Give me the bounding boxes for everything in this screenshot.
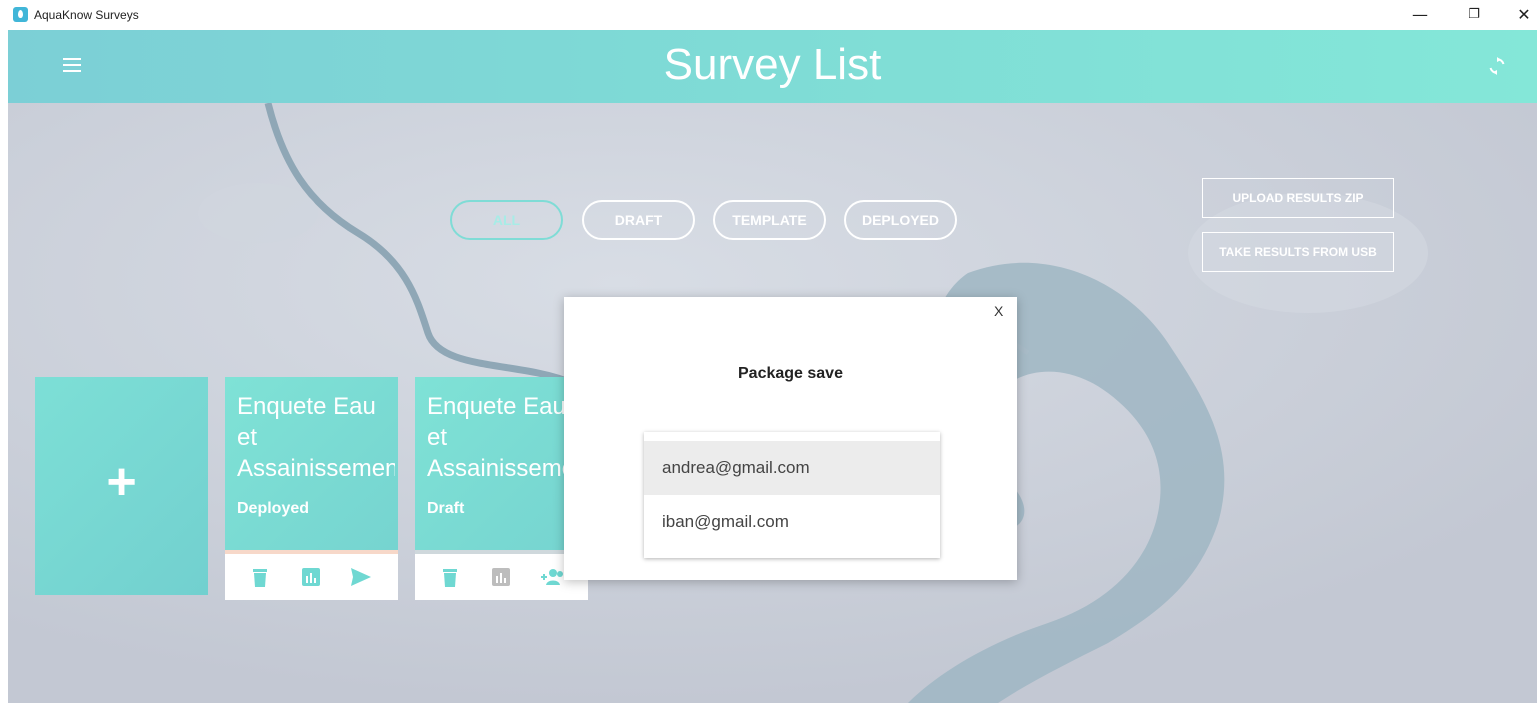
card-actions — [415, 554, 588, 600]
survey-status: Deployed — [237, 500, 310, 517]
survey-card-header[interactable]: Enquete Eau et Assainissement Draft — [415, 377, 588, 550]
add-survey-card[interactable]: + — [35, 377, 208, 595]
chart-icon[interactable] — [300, 566, 322, 588]
app-header: Survey List — [8, 30, 1537, 103]
take-results-from-usb-button[interactable]: TAKE RESULTS FROM USB — [1202, 232, 1394, 272]
app-logo-icon — [13, 7, 28, 22]
package-save-dialog: X Package save andrea@gmail.com iban@gma… — [564, 297, 1017, 580]
survey-card[interactable]: Enquete Eau et Assainissement Draft — [415, 377, 588, 600]
survey-title: Enquete Eau et Assainissement — [427, 393, 585, 482]
restore-icon[interactable]: ❐ — [1462, 4, 1486, 26]
minimize-icon[interactable]: — — [1408, 4, 1432, 26]
filter-draft-button[interactable]: DRAFT — [582, 200, 695, 240]
send-icon[interactable] — [349, 566, 373, 588]
add-users-icon[interactable] — [539, 566, 565, 588]
page-title: Survey List — [663, 40, 882, 89]
add-icon: + — [106, 453, 137, 511]
card-actions — [225, 554, 398, 600]
dialog-title: Package save — [738, 365, 843, 382]
upload-results-zip-button[interactable]: UPLOAD RESULTS ZIP — [1202, 178, 1394, 218]
user-list: andrea@gmail.com iban@gmail.com — [644, 432, 940, 558]
close-window-icon[interactable]: ✕ — [1512, 4, 1536, 26]
delete-icon[interactable] — [249, 566, 271, 588]
survey-status: Draft — [427, 500, 465, 517]
window-title: AquaKnow Surveys — [34, 8, 139, 22]
filter-template-button[interactable]: TEMPLATE — [713, 200, 826, 240]
filter-all-button[interactable]: ALL — [450, 200, 563, 240]
window-titlebar: AquaKnow Surveys — ❐ ✕ — [0, 0, 1537, 30]
user-option-iban[interactable]: iban@gmail.com — [644, 495, 940, 549]
survey-card[interactable]: Enquete Eau et Assainissement Deployed — [225, 377, 398, 600]
sync-icon[interactable] — [1487, 56, 1507, 76]
close-dialog-button[interactable]: X — [994, 303, 1003, 319]
survey-card-header[interactable]: Enquete Eau et Assainissement Deployed — [225, 377, 398, 550]
user-option-andrea[interactable]: andrea@gmail.com — [644, 441, 940, 495]
filter-deployed-button[interactable]: DEPLOYED — [844, 200, 957, 240]
survey-title: Enquete Eau et Assainissement — [237, 393, 395, 482]
chart-icon[interactable] — [490, 566, 512, 588]
delete-icon[interactable] — [439, 566, 461, 588]
